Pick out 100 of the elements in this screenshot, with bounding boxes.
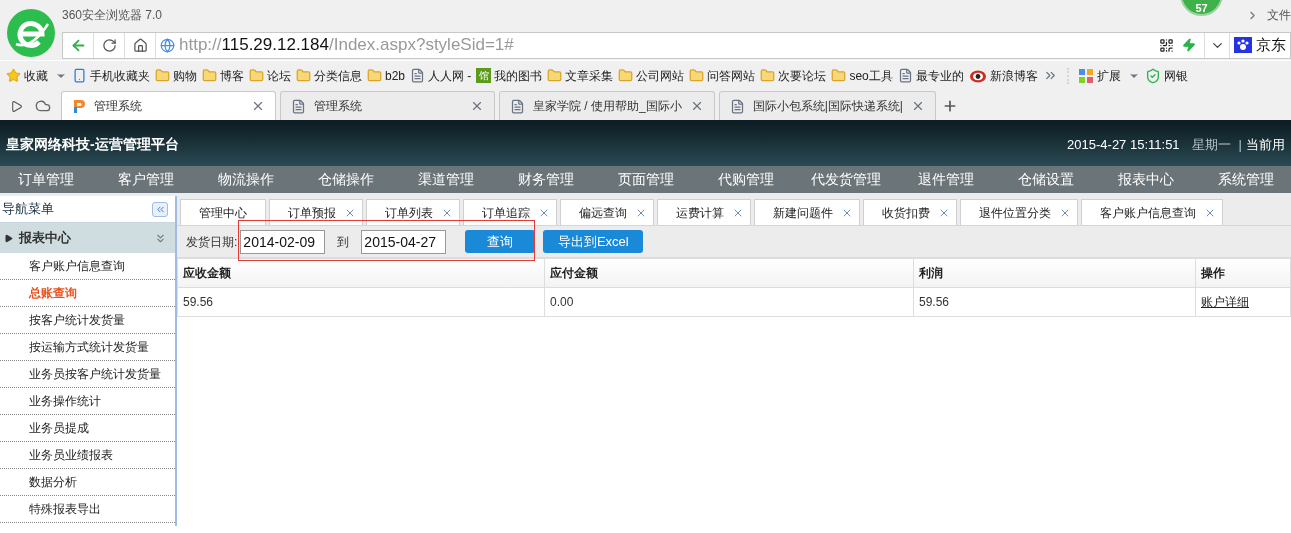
extensions-icon <box>1077 67 1094 84</box>
sidebar-title: 导航菜单 <box>2 200 55 219</box>
sidebar-item[interactable]: 业务员提成 <box>0 415 175 442</box>
nav-item[interactable]: 代发货管理 <box>796 169 896 190</box>
nav-item[interactable]: 物流操作 <box>196 169 296 190</box>
sidebar-item[interactable]: 按客户统计发货量 <box>0 307 175 334</box>
browser-tab[interactable]: 国际小包系统|国际快递系统| <box>718 91 936 120</box>
folder-icon <box>155 68 170 83</box>
sidebar-item[interactable]: 业务操作统计 <box>0 388 175 415</box>
folder-icon <box>249 68 264 83</box>
nav-item[interactable]: 仓储操作 <box>296 169 396 190</box>
bookmark[interactable]: 收藏 <box>6 64 67 87</box>
bookmark[interactable]: 馆 我的图书 <box>476 64 543 87</box>
nav-item[interactable]: 系统管理 <box>1196 169 1291 190</box>
page-tab[interactable]: 运费计算 <box>657 199 751 225</box>
sidebar-item[interactable]: 业务员按客户统计发货量 <box>0 361 175 388</box>
bookmark[interactable]: 最专业的 <box>897 64 964 87</box>
nav-item[interactable]: 页面管理 <box>596 169 696 190</box>
nav-item[interactable]: 退件管理 <box>896 169 996 190</box>
datetime: 2015-4-27 15:11:51 <box>1067 135 1180 154</box>
star-icon <box>6 68 21 83</box>
close-icon[interactable] <box>251 99 265 113</box>
bookmark[interactable]: 论坛 <box>249 64 291 87</box>
column-header: 应付金额 <box>544 258 914 288</box>
table-cell: 59.56 <box>177 287 545 317</box>
sidebar-item[interactable]: 按运输方式统计发货量 <box>0 334 175 361</box>
shield-icon <box>1144 67 1161 84</box>
page-icon <box>897 68 913 83</box>
phone-icon <box>72 68 87 83</box>
query-button[interactable]: 查询 <box>465 230 536 253</box>
page-icon <box>729 98 745 114</box>
triangle-icon <box>4 233 13 243</box>
folder-icon <box>202 68 217 83</box>
bookmark[interactable]: 公司网站 <box>618 64 685 87</box>
bookmark[interactable]: 手机收藏夹 <box>72 64 150 87</box>
page-tab[interactable]: 客户账户信息查询 <box>1081 199 1223 225</box>
start-date-field[interactable]: 2014-02-09 <box>240 229 326 254</box>
folder-icon <box>296 68 311 83</box>
close-icon[interactable] <box>470 99 484 113</box>
folder-icon <box>367 68 382 83</box>
browser-tab[interactable]: 管理系统 <box>61 91 276 120</box>
cloud-icon[interactable] <box>35 98 51 114</box>
page-tab[interactable]: 管理中心 <box>180 199 266 225</box>
nav-item[interactable]: 报表中心 <box>1096 169 1196 190</box>
page-tab[interactable]: 退件位置分类 <box>960 199 1078 225</box>
sidebar-item[interactable]: 客户账户信息查询 <box>0 253 175 280</box>
export-button[interactable]: 导出到Excel <box>543 230 644 253</box>
separator-text: | <box>1238 135 1242 154</box>
page-tab[interactable]: 收货扣费 <box>863 199 957 225</box>
bookmark[interactable]: 扩展 <box>1077 64 1140 87</box>
column-header: 应收金额 <box>177 258 545 288</box>
page-tab[interactable]: 订单追踪 <box>463 199 557 225</box>
weekday: 星期一 <box>1191 135 1231 154</box>
bookmark[interactable]: 问答网站 <box>689 64 756 87</box>
sidebar-item[interactable]: 业务员业绩报表 <box>0 442 175 469</box>
bookmark[interactable]: b2b <box>367 64 406 87</box>
tab-title: 皇家学院 / 使用帮助_国际小 <box>533 98 682 115</box>
browser-tab[interactable]: 皇家学院 / 使用帮助_国际小 <box>499 91 715 120</box>
collapse-button[interactable] <box>152 201 168 217</box>
bookmark[interactable]: seo工具 <box>831 64 893 87</box>
sidebar-toggle-icon[interactable] <box>10 99 23 113</box>
address-bar[interactable]: http://115.29.12.184/Index.aspx?styleSid=1# 京东 <box>62 31 1291 59</box>
bookmark[interactable]: 分类信息 <box>296 64 362 87</box>
nav-item[interactable]: 订单管理 <box>0 169 96 190</box>
filter-label: 发货日期: <box>186 233 238 251</box>
app-logo-icon <box>72 98 86 114</box>
page-tab[interactable]: 偏远查询 <box>560 199 654 225</box>
sidebar-item[interactable]: 特殊报表导出 <box>0 496 175 523</box>
qr-code-icon[interactable] <box>1159 37 1174 53</box>
page-tab[interactable]: 订单预报 <box>269 199 363 225</box>
sidebar-item[interactable]: 总账查询 <box>0 280 175 307</box>
page-tab[interactable]: 订单列表 <box>366 199 460 225</box>
bookmark[interactable]: 次要论坛 <box>760 64 827 87</box>
tab-title: 管理系统 <box>94 98 143 115</box>
end-date-field[interactable]: 2015-04-27 <box>361 229 447 254</box>
lightning-icon[interactable] <box>1182 38 1196 52</box>
current-user-label: 当前用 <box>1246 135 1285 154</box>
nav-item[interactable]: 代购管理 <box>696 169 796 190</box>
bookmark[interactable]: 文章采集 <box>547 64 614 87</box>
library-icon: 馆 <box>476 68 492 83</box>
bookmark[interactable]: 人人网 - <box>410 64 472 87</box>
nav-item[interactable]: 渠道管理 <box>396 169 496 190</box>
page-tab[interactable]: 新建问题件 <box>754 199 860 225</box>
sidebar-item[interactable]: 数据分析 <box>0 469 175 496</box>
nav-item[interactable]: 仓储设置 <box>996 169 1096 190</box>
folder-icon <box>760 68 776 83</box>
bookmark[interactable]: 网银 <box>1144 64 1188 87</box>
search-engine-selector[interactable]: 京东 <box>1229 32 1290 58</box>
bookmark[interactable]: 新浪博客 <box>968 64 1038 87</box>
bookmark[interactable]: 购物 <box>155 64 197 87</box>
globe-icon <box>160 37 175 53</box>
browser-tab[interactable]: 管理系统 <box>280 91 495 120</box>
nav-item[interactable]: 财务管理 <box>496 169 596 190</box>
tab-title: 国际小包系统|国际快递系统| <box>752 98 903 115</box>
bookmark[interactable]: 博客 <box>202 64 244 87</box>
url-text[interactable]: http://115.29.12.184/Index.aspx?styleSid=1# <box>179 32 514 58</box>
sidebar-section[interactable]: 报表中心 <box>0 223 175 253</box>
menu-label[interactable]: 文件 <box>1267 6 1291 24</box>
section-title: 报表中心 <box>19 229 72 248</box>
nav-item[interactable]: 客户管理 <box>96 169 196 190</box>
